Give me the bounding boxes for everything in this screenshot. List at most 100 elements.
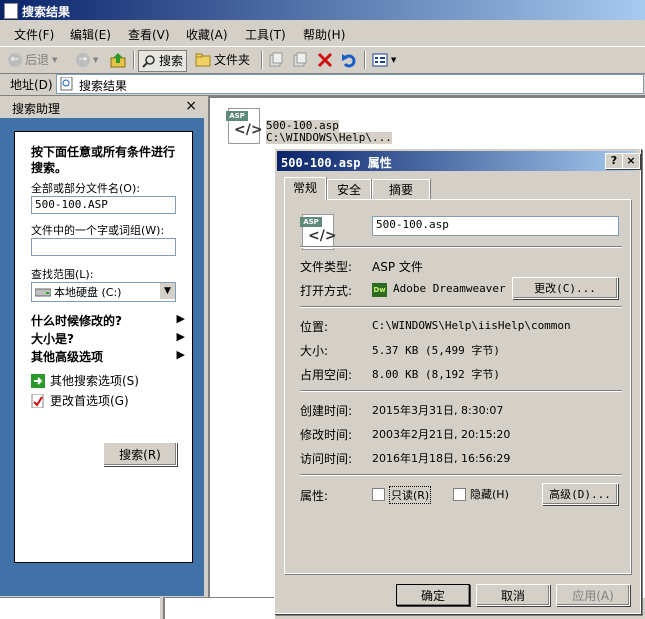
window-titlebar[interactable]: 搜索结果 bbox=[0, 0, 645, 20]
search-assistant-pane: 搜索助理 × 按下面任意或所有条件进行搜索。 全部或部分文件名(O): 500-… bbox=[0, 96, 204, 596]
cancel-button[interactable]: 取消 bbox=[476, 584, 550, 606]
search-form-card: 按下面任意或所有条件进行搜索。 全部或部分文件名(O): 500-100.ASP… bbox=[14, 131, 193, 563]
menu-favorites[interactable]: 收藏(A) bbox=[186, 26, 228, 43]
close-icon[interactable]: × bbox=[622, 153, 640, 169]
help-icon[interactable]: ? bbox=[605, 153, 623, 169]
tab-general[interactable]: 常规 bbox=[284, 177, 326, 200]
copy-to-button[interactable] bbox=[292, 50, 308, 70]
filename-field[interactable]: 500-100.asp bbox=[372, 216, 619, 236]
scope-value: 本地硬盘 (C:) bbox=[54, 286, 122, 299]
address-value: 搜索结果 bbox=[79, 79, 128, 93]
apply-button[interactable]: 应用(A) bbox=[556, 584, 630, 606]
close-pane-icon[interactable]: × bbox=[185, 98, 197, 114]
dialog-title: 500-100.asp 属性 bbox=[281, 156, 392, 170]
asp-file-icon: ASP </> bbox=[226, 108, 263, 144]
accessed-value: 2016年1月18日, 16:56:29 bbox=[372, 452, 511, 465]
ok-button[interactable]: 确定 bbox=[396, 584, 470, 606]
size-label: 大小是? bbox=[31, 332, 74, 346]
expand-icon: ▶ bbox=[176, 312, 185, 325]
copy-to-icon bbox=[293, 52, 307, 67]
scope-label: 查找范围(L): bbox=[31, 268, 94, 281]
menu-file[interactable]: 文件(F) bbox=[14, 26, 54, 43]
word-label: 文件中的一个字或词组(W): bbox=[31, 224, 165, 237]
result-item[interactable]: ASP </> 500-100.asp C:\WINDOWS\Help\... bbox=[218, 108, 392, 148]
dreamweaver-icon: Dw bbox=[372, 283, 387, 297]
scope-select[interactable]: 本地硬盘 (C:) ▼ bbox=[31, 282, 176, 302]
readonly-label[interactable]: 只读(R) bbox=[389, 486, 432, 504]
forward-button[interactable]: → ▼ bbox=[76, 50, 98, 70]
when-modified-option[interactable]: 什么时候修改的? ▶ bbox=[31, 312, 185, 329]
advanced-label: 其他高级选项 bbox=[31, 350, 104, 364]
address-label: 地址(D) bbox=[10, 78, 53, 92]
search-submit-button[interactable]: 搜索(R) bbox=[103, 442, 177, 466]
filename-label: 全部或部分文件名(O): bbox=[31, 182, 140, 195]
up-folder-button[interactable] bbox=[110, 50, 126, 70]
undo-button[interactable] bbox=[341, 50, 357, 70]
address-input[interactable]: 搜索结果 bbox=[56, 74, 644, 94]
created-label: 创建时间: bbox=[300, 404, 353, 418]
size-option[interactable]: 大小是? ▶ bbox=[31, 330, 185, 347]
created-value: 2015年3月31日, 8:30:07 bbox=[372, 404, 504, 417]
expand-icon: ▶ bbox=[176, 348, 185, 361]
change-preferences-label: 更改首选项(G) bbox=[50, 394, 129, 408]
forward-dropdown-icon[interactable]: ▼ bbox=[93, 50, 98, 70]
hidden-checkbox[interactable] bbox=[453, 488, 466, 501]
search-results-icon bbox=[60, 77, 73, 91]
preferences-icon bbox=[31, 393, 44, 408]
search-window-icon bbox=[4, 3, 18, 19]
views-dropdown-icon: ▼ bbox=[391, 56, 397, 64]
dialog-titlebar[interactable]: 500-100.asp 属性 ? × bbox=[277, 151, 640, 171]
menu-help[interactable]: 帮助(H) bbox=[303, 26, 345, 43]
accessed-label: 访问时间: bbox=[300, 452, 353, 466]
delete-x-icon bbox=[317, 52, 333, 68]
when-modified-label: 什么时候修改的? bbox=[31, 314, 122, 328]
undo-icon bbox=[342, 54, 356, 68]
change-button[interactable]: 更改(C)... bbox=[512, 277, 618, 299]
menu-view[interactable]: 查看(V) bbox=[128, 26, 170, 43]
general-tab-page: ASP </> 500-100.asp 文件类型: ASP 文件 打开方式: D… bbox=[284, 199, 631, 574]
search-icon bbox=[142, 55, 155, 68]
menu-bar: 文件(F) 编辑(E) 查看(V) 收藏(A) 工具(T) 帮助(H) bbox=[0, 22, 645, 44]
folder-icon bbox=[195, 53, 211, 67]
back-button[interactable]: ← 后退 ▼ bbox=[8, 50, 57, 70]
toolbar: ← 后退 ▼ → ▼ 搜索 文件夹 ▼ bbox=[0, 46, 645, 74]
address-bar: 地址(D) 搜索结果 bbox=[0, 73, 645, 96]
disk-size-label: 占用空间: bbox=[300, 368, 353, 382]
menu-tools[interactable]: 工具(T) bbox=[245, 26, 286, 43]
tab-summary[interactable]: 摘要 bbox=[372, 179, 430, 200]
readonly-checkbox[interactable] bbox=[372, 488, 385, 501]
delete-button[interactable] bbox=[317, 50, 333, 70]
back-dropdown-icon[interactable]: ▼ bbox=[52, 50, 57, 70]
tab-security[interactable]: 安全 bbox=[327, 179, 371, 200]
back-arrow-icon: ← bbox=[8, 53, 22, 67]
change-preferences-link[interactable]: 更改首选项(G) bbox=[31, 392, 129, 409]
move-to-button[interactable] bbox=[268, 50, 284, 70]
status-area bbox=[163, 597, 275, 619]
type-value: ASP 文件 bbox=[372, 260, 423, 274]
opens-with-label: 打开方式: bbox=[300, 284, 353, 298]
search-label: 搜索 bbox=[159, 54, 184, 68]
advanced-option[interactable]: 其他高级选项 ▶ bbox=[31, 348, 185, 365]
hard-disk-icon bbox=[35, 288, 51, 297]
other-search-options-label: 其他搜索选项(S) bbox=[50, 374, 139, 388]
window-title: 搜索结果 bbox=[22, 5, 71, 19]
menu-edit[interactable]: 编辑(E) bbox=[70, 26, 111, 43]
location-value: C:\WINDOWS\Help\iisHelp\common bbox=[372, 319, 571, 332]
folders-button[interactable]: 文件夹 bbox=[195, 50, 250, 70]
advanced-button[interactable]: 高级(D)... bbox=[542, 483, 618, 505]
opens-with-value: Adobe Dreamweaver ( bbox=[393, 282, 513, 295]
views-button[interactable]: ▼ bbox=[372, 50, 396, 70]
result-path: C:\WINDOWS\Help\... bbox=[266, 131, 392, 144]
search-assistant-title: 搜索助理 bbox=[12, 102, 61, 116]
search-button[interactable]: 搜索 bbox=[138, 50, 188, 72]
filename-input[interactable]: 500-100.ASP bbox=[31, 196, 176, 214]
word-input[interactable] bbox=[31, 238, 176, 256]
views-grid-icon bbox=[372, 53, 388, 67]
location-label: 位置: bbox=[300, 320, 329, 334]
scope-dropdown-icon[interactable]: ▼ bbox=[159, 283, 175, 299]
folders-label: 文件夹 bbox=[214, 53, 251, 67]
size-value: 5.37 KB (5,499 字节) bbox=[372, 344, 500, 357]
hidden-label[interactable]: 隐藏(H) bbox=[470, 486, 509, 502]
expand-icon: ▶ bbox=[176, 330, 185, 343]
other-search-options-link[interactable]: 其他搜索选项(S) bbox=[31, 372, 139, 389]
